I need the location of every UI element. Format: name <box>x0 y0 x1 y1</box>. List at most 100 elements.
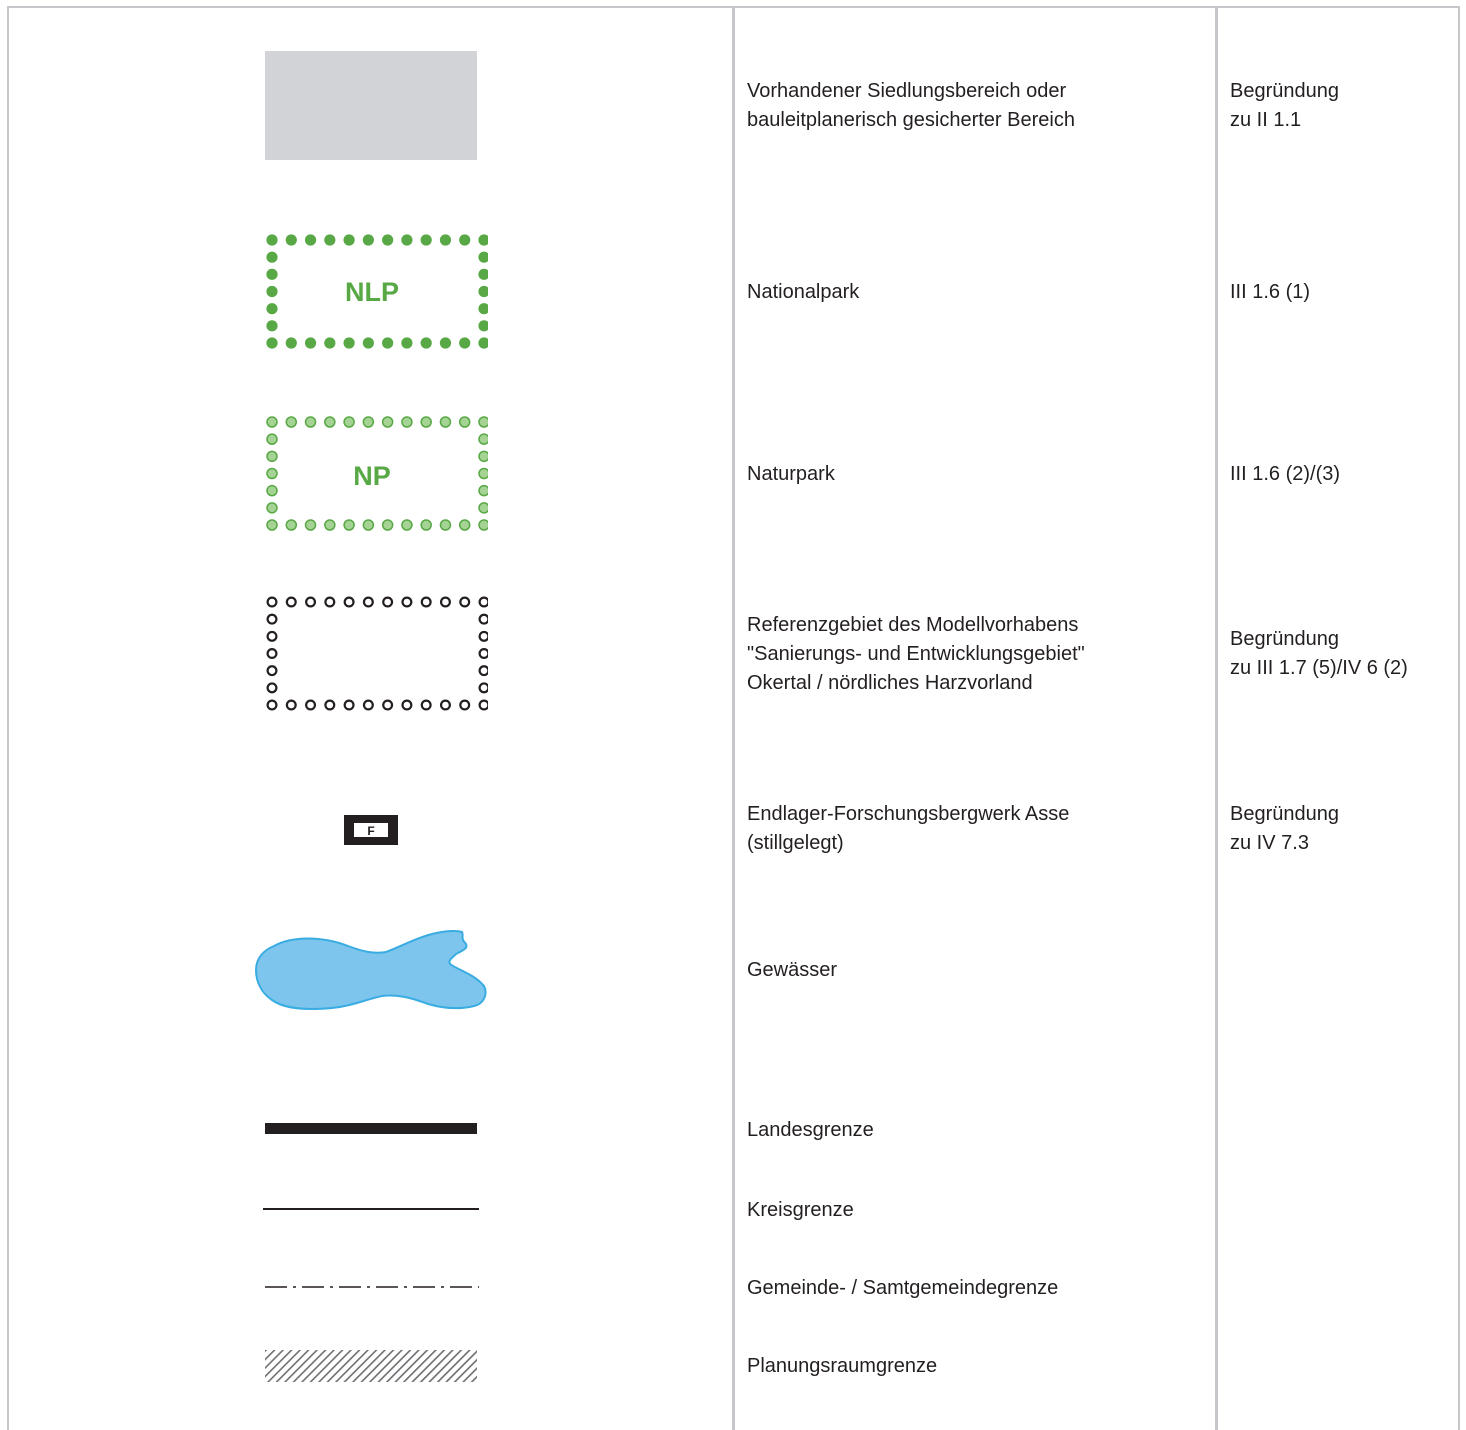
border-dot <box>266 234 278 246</box>
border-dot <box>401 519 413 531</box>
border-dot <box>420 416 432 428</box>
border-dot <box>478 648 488 659</box>
symbol-cell <box>8 1268 732 1308</box>
reference-cell <box>1230 1110 1460 1150</box>
reference-cell <box>1230 1268 1460 1308</box>
border-dot <box>304 234 317 246</box>
border-dot <box>285 596 297 608</box>
border-dot <box>266 484 278 497</box>
border-dot <box>401 234 413 246</box>
border-dot <box>401 699 413 711</box>
legend-row-naturpark: NP Naturpark III 1.6 (2)/(3) <box>8 408 1460 540</box>
legend-row-gemeindegrenze: Gemeinde- / Samtgemeindegrenze <box>8 1268 1460 1308</box>
border-dot <box>439 596 451 608</box>
description-cell: Landesgrenze <box>747 1110 1207 1150</box>
border-dot <box>343 596 355 608</box>
border-dot <box>285 416 298 428</box>
description-cell: Kreisgrenze <box>747 1190 1207 1230</box>
reference-line: Begründung <box>1230 803 1339 825</box>
border-dot <box>401 337 413 349</box>
reference-cell <box>1230 1190 1460 1230</box>
border-dot <box>304 416 317 428</box>
national-park-label: NLP <box>345 277 399 307</box>
reference-line: III 1.6 (1) <box>1230 280 1311 303</box>
reference-cell: Begründung zu IV 7.3 <box>1230 790 1460 868</box>
border-dot <box>266 682 278 694</box>
description-line: bauleitplanerisch gesicherter Bereich <box>747 109 1075 131</box>
border-dot <box>478 484 488 497</box>
description-cell: Nationalpark <box>747 226 1207 358</box>
description-line: Gemeinde- / Samtgemeindegrenze <box>747 1276 1059 1299</box>
symbol-cell <box>8 1110 732 1150</box>
symbol-cell <box>8 920 732 1020</box>
border-dot <box>459 699 471 711</box>
border-dot <box>478 234 488 246</box>
symbol-cell: NP <box>8 408 732 540</box>
border-dot <box>478 268 488 280</box>
border-dot <box>420 234 432 246</box>
nature-park-label: NP <box>353 461 391 491</box>
water-body-icon <box>254 929 487 1010</box>
border-dot <box>439 337 452 349</box>
border-dot <box>459 234 471 246</box>
description-line: Nationalpark <box>747 280 860 303</box>
border-dot <box>439 519 452 531</box>
reference-line: zu III 1.7 (5)/IV 6 (2) <box>1230 657 1408 679</box>
description-line: Naturpark <box>747 462 835 485</box>
description-line: Gewässer <box>747 958 838 981</box>
border-dot <box>324 596 336 608</box>
description-line: Vorhandener Siedlungsbereich oder <box>747 80 1067 102</box>
description-line: "Sanierungs- und Entwicklungsgebiet" <box>747 642 1085 665</box>
border-dot <box>324 519 336 531</box>
border-dot <box>458 519 471 531</box>
symbol-cell <box>8 50 732 162</box>
border-dot <box>362 596 374 608</box>
state-border-line <box>265 1123 477 1134</box>
border-dot <box>285 337 297 349</box>
border-dot <box>343 234 355 246</box>
border-dot <box>439 416 452 428</box>
legend-table: Vorhandener Siedlungsbereich oder baulei… <box>0 0 1466 1430</box>
border-dot <box>439 699 451 711</box>
border-dot <box>458 416 471 428</box>
border-dot <box>266 303 278 315</box>
border-dot <box>266 416 278 428</box>
border-dot <box>304 519 317 531</box>
border-dot <box>478 519 488 531</box>
legend-row-endlager: F Endlager-Forschungsbergwerk Asse (stil… <box>8 790 1460 868</box>
border-dot <box>305 699 317 711</box>
border-dot <box>343 519 355 531</box>
border-dot <box>266 337 278 349</box>
reference-cell: Begründung zu III 1.7 (5)/IV 6 (2) <box>1230 588 1460 720</box>
description-line: Planungsraumgrenze <box>747 1354 938 1377</box>
reference-line: zu II 1.1 <box>1230 109 1302 131</box>
description-line: Endlager-Forschungsbergwerk Asse <box>747 803 1070 825</box>
planning-area-border-hatch <box>265 1350 477 1382</box>
border-dot <box>439 234 452 246</box>
description-cell: Vorhandener Siedlungsbereich oder baulei… <box>747 50 1207 162</box>
border-dot <box>478 433 488 445</box>
description-line: Landesgrenze <box>747 1118 874 1141</box>
reference-line: Begründung <box>1230 628 1339 650</box>
border-dot <box>285 519 298 531</box>
border-dot <box>381 519 394 531</box>
border-dot <box>459 337 471 349</box>
border-dot <box>401 416 413 428</box>
border-dot <box>266 285 278 298</box>
border-dot <box>285 234 297 246</box>
border-dot <box>420 337 432 349</box>
national-park-border-icon: NLP <box>266 234 488 349</box>
symbol-cell <box>8 1190 732 1230</box>
border-dot <box>266 596 278 608</box>
border-dot <box>324 337 336 349</box>
border-dot <box>362 234 374 246</box>
symbol-cell <box>8 1342 732 1390</box>
border-dot <box>266 630 278 642</box>
ring-dot-border <box>266 596 488 711</box>
border-dot <box>324 699 336 711</box>
border-dot <box>266 502 278 514</box>
border-dot <box>478 337 488 349</box>
reference-line: Begründung <box>1230 80 1339 102</box>
legend-row-planungsraumgrenze: Planungsraumgrenze <box>8 1342 1460 1390</box>
reference-cell: III 1.6 (2)/(3) <box>1230 408 1460 540</box>
